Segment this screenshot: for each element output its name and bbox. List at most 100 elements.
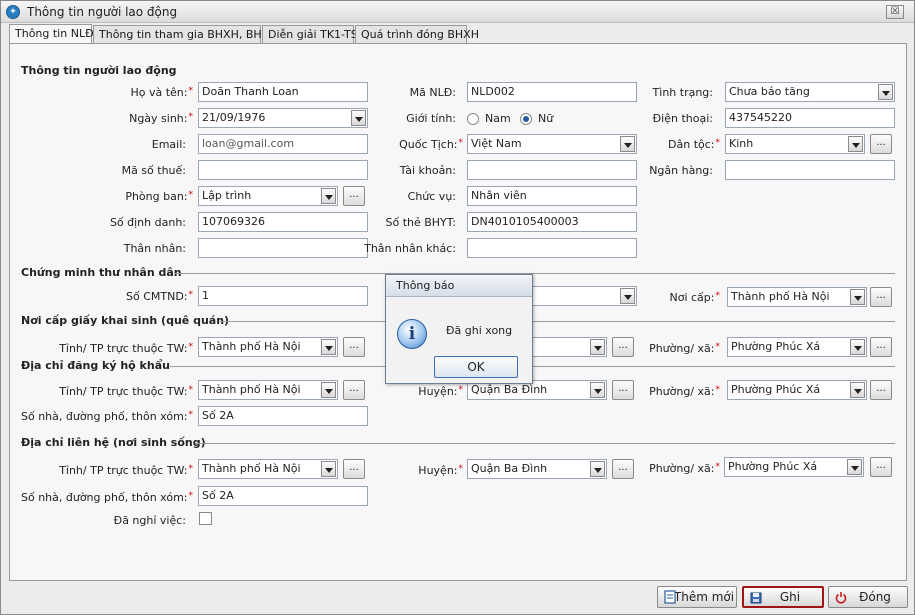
label-nationality: Quốc Tịch:* [399, 138, 463, 151]
cmtnd-number-field[interactable]: 1 [198, 286, 368, 306]
chevron-down-icon[interactable] [847, 459, 862, 475]
chevron-down-icon[interactable] [321, 339, 336, 355]
tax-code-field[interactable] [198, 160, 368, 180]
ethnicity-select[interactable]: Kinh [725, 134, 865, 154]
chevron-down-icon[interactable] [590, 382, 605, 398]
chevron-down-icon[interactable] [321, 382, 336, 398]
contact-province-browse-button[interactable]: ... [343, 459, 365, 479]
gender-female-radio[interactable] [520, 113, 532, 125]
contact-province-select[interactable]: Thành phố Hà Nội [198, 459, 338, 479]
label-department: Phòng ban:* [125, 190, 193, 203]
chevron-down-icon[interactable] [878, 84, 893, 100]
label-cmtnd-number: Số CMTND:* [125, 290, 193, 303]
department-browse-button[interactable]: ... [343, 186, 365, 206]
add-new-button[interactable]: Thêm mới [657, 586, 737, 608]
reg-ward-browse-button[interactable]: ... [870, 380, 892, 400]
id-number-field[interactable]: 107069326 [198, 212, 368, 232]
birth-ward-browse-button[interactable]: ... [870, 337, 892, 357]
ethnicity-value: Kinh [729, 137, 754, 150]
chevron-down-icon[interactable] [590, 339, 605, 355]
chevron-down-icon[interactable] [620, 288, 635, 304]
bank-field[interactable] [725, 160, 895, 180]
label-contact-province: Tỉnh/ TP trực thuộc TW:* [59, 464, 193, 477]
contact-street-field[interactable]: Số 2A [198, 486, 368, 506]
label-position: Chức vụ: [407, 190, 456, 203]
bhyt-card-field[interactable]: DN4010105400003 [467, 212, 637, 232]
email-field[interactable]: loan@gmail.com [198, 134, 368, 154]
save-label: Ghi [779, 590, 801, 604]
section-registered-address: Địa chỉ đăng ký hộ khẩu [21, 359, 170, 372]
resigned-checkbox[interactable] [199, 512, 212, 525]
label-dob: Ngày sinh:* [129, 112, 193, 125]
chevron-down-icon[interactable] [850, 382, 865, 398]
label-reg-province: Tỉnh/ TP trực thuộc TW:* [59, 385, 193, 398]
nationality-value: Việt Nam [471, 137, 522, 150]
phone-field[interactable]: 437545220 [725, 108, 895, 128]
birth-ward-select[interactable]: Phường Phúc Xá [727, 337, 867, 357]
contact-ward-browse-button[interactable]: ... [870, 457, 892, 477]
account-field[interactable] [467, 160, 637, 180]
chevron-down-icon[interactable] [850, 339, 865, 355]
chevron-down-icon[interactable] [848, 136, 863, 152]
label-gender: Giới tính: [406, 112, 456, 125]
reg-ward-select[interactable]: Phường Phúc Xá [727, 380, 867, 400]
label-ethnicity: Dân tộc:* [668, 138, 720, 151]
issue-place-browse-button[interactable]: ... [870, 287, 892, 307]
reg-province-select[interactable]: Thành phố Hà Nội [198, 380, 338, 400]
employee-info-window: ✦ Thông tin người lao động ☒ Thông tin N… [0, 0, 915, 615]
contact-ward-select[interactable]: Phường Phúc Xá [724, 457, 864, 477]
ethnicity-browse-button[interactable]: ... [870, 134, 892, 154]
status-select[interactable]: Chưa báo tăng [725, 82, 895, 102]
gender-male-radio[interactable] [467, 113, 479, 125]
chevron-down-icon[interactable] [590, 461, 605, 477]
employee-code-field[interactable]: NLD002 [467, 82, 637, 102]
reg-district-value: Quận Ba Đình [471, 383, 548, 396]
floppy-disk-icon [750, 592, 762, 604]
label-bhyt-card: Số thẻ BHYT: [385, 216, 456, 229]
reg-street-field[interactable]: Số 2A [198, 406, 368, 426]
label-birth-ward: Phường/ xã:* [649, 342, 720, 355]
other-relative-field[interactable] [467, 238, 637, 258]
label-contact-ward: Phường/ xã:* [649, 462, 720, 475]
dob-picker[interactable]: 21/09/1976 [198, 108, 368, 128]
reg-province-browse-button[interactable]: ... [343, 380, 365, 400]
tab-tk1-explanation[interactable]: Diễn giải TK1-TS [262, 25, 358, 44]
department-value: Lập trình [202, 189, 252, 202]
window-close-button[interactable]: ☒ [886, 5, 904, 19]
birth-province-browse-button[interactable]: ... [343, 337, 365, 357]
birth-district-browse-button[interactable]: ... [612, 337, 634, 357]
chevron-down-icon[interactable] [620, 136, 635, 152]
nationality-select[interactable]: Việt Nam [467, 134, 637, 154]
full-name-field[interactable]: Doãn Thanh Loan [198, 82, 368, 102]
department-select[interactable]: Lập trình [198, 186, 338, 206]
position-field[interactable]: Nhân viên [467, 186, 637, 206]
close-label: Đóng [859, 590, 891, 604]
tab-insurance-info[interactable]: Thông tin tham gia BHXH, BHYT [93, 25, 275, 44]
window-title: Thông tin người lao động [27, 5, 178, 19]
contact-district-select[interactable]: Quận Ba Đình [467, 459, 607, 479]
tab-payment-history[interactable]: Quá trình đóng BHXH [355, 25, 479, 44]
chevron-down-icon[interactable] [321, 461, 336, 477]
label-issue-place: Nơi cấp:* [669, 291, 721, 304]
birth-ward-value: Phường Phúc Xá [731, 340, 821, 353]
gender-female-label: Nữ [538, 112, 554, 125]
reg-district-browse-button[interactable]: ... [612, 380, 634, 400]
issue-place-select[interactable]: Thành phố Hà Nội [727, 287, 867, 307]
chevron-down-icon[interactable] [321, 188, 336, 204]
cmtnd-issue-date-picker[interactable] [530, 286, 637, 306]
close-button[interactable]: Đóng [828, 586, 908, 608]
status-value: Chưa báo tăng [729, 85, 810, 98]
birth-district-select[interactable] [530, 337, 607, 357]
label-bank: Ngân hàng: [649, 164, 713, 177]
label-full-name: Họ và tên:* [130, 86, 193, 99]
birth-province-value: Thành phố Hà Nội [202, 340, 301, 353]
tab-worker-info[interactable]: Thông tin NLĐ [9, 24, 94, 44]
chevron-down-icon[interactable] [351, 110, 366, 126]
contact-district-browse-button[interactable]: ... [612, 459, 634, 479]
relative-field[interactable] [198, 238, 368, 258]
save-button[interactable]: Ghi [742, 586, 824, 608]
dialog-title: Thông báo [386, 275, 532, 297]
birth-province-select[interactable]: Thành phố Hà Nội [198, 337, 338, 357]
dialog-ok-button[interactable]: OK [434, 356, 518, 378]
chevron-down-icon[interactable] [850, 289, 865, 305]
